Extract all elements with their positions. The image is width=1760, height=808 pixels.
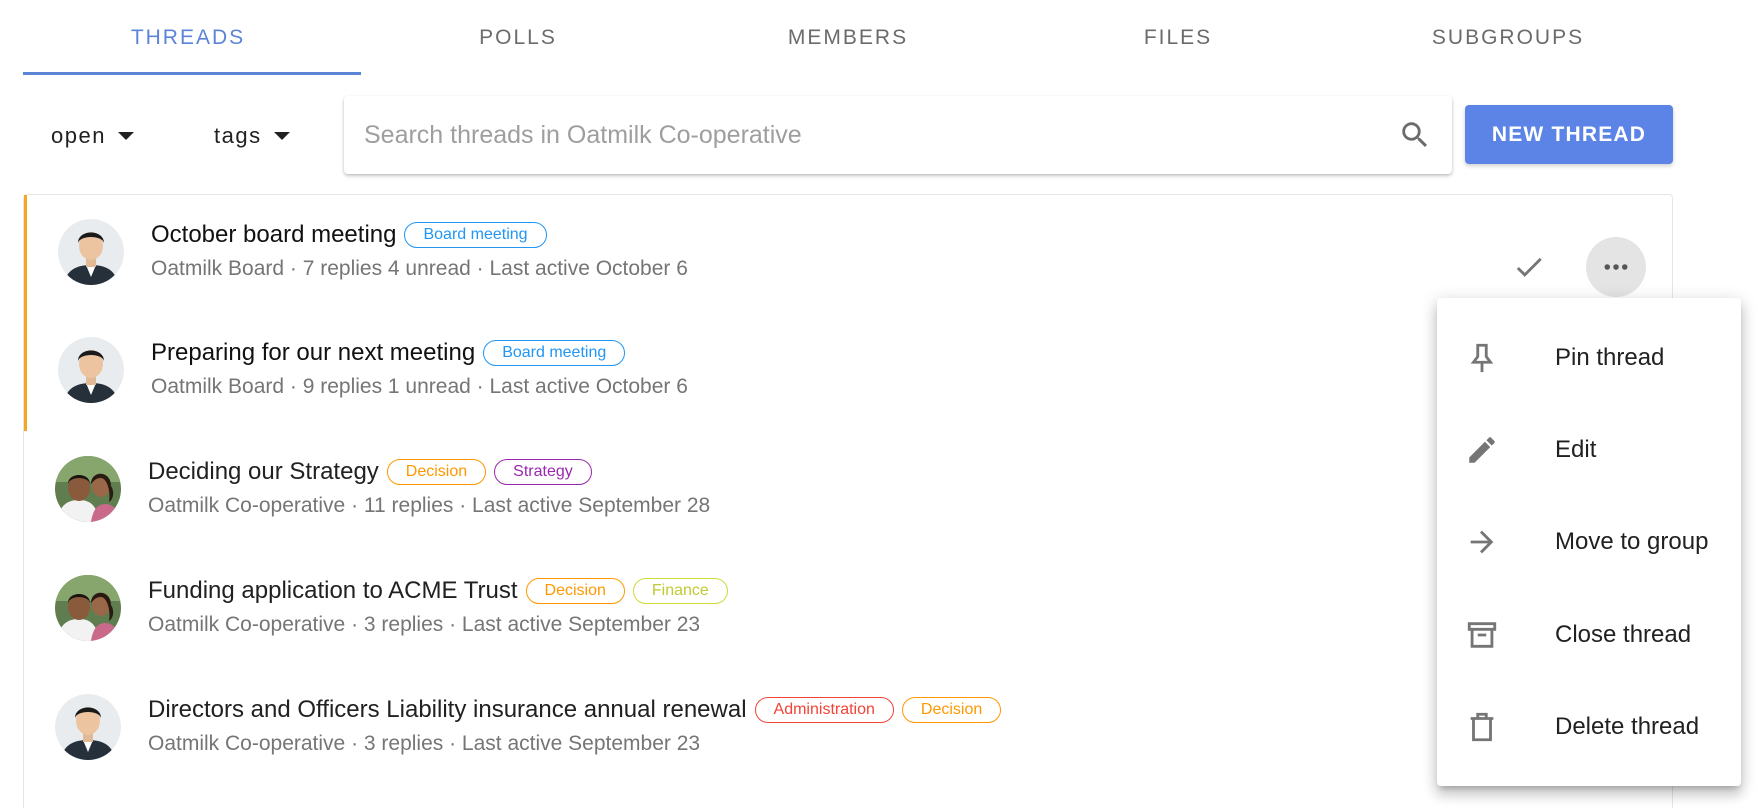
avatar	[58, 219, 124, 285]
thread-title-row: Directors and Officers Liability insuran…	[148, 692, 1002, 728]
menu-item-label: Pin thread	[1555, 344, 1665, 371]
thread-actions-menu: Pin thread Edit Move to group Close thre…	[1437, 298, 1741, 786]
tag-decision[interactable]: Decision	[525, 578, 625, 604]
arrow-right-icon	[1470, 530, 1494, 554]
pin-icon	[1470, 343, 1494, 373]
thread-list: October board meeting Board meeting Oatm…	[23, 194, 1673, 808]
thread-meta: Oatmilk Co-operative · 3 replies · Last …	[148, 732, 701, 755]
tags-filter-label: tags	[214, 123, 262, 148]
more-horizontal-icon	[1604, 264, 1628, 270]
tags-filter-dropdown[interactable]: tags	[214, 112, 290, 160]
thread-row[interactable]: Funding application to ACME Trust Decisi…	[24, 551, 1672, 669]
menu-item-edit[interactable]: Edit	[1437, 404, 1741, 496]
search-icon[interactable]	[1398, 118, 1432, 152]
tag-board-meeting[interactable]: Board meeting	[483, 340, 626, 366]
more-actions-button[interactable]	[1586, 237, 1646, 297]
tab-threads[interactable]: THREADS	[23, 0, 353, 76]
open-filter-dropdown[interactable]: open	[51, 112, 134, 160]
menu-item-close-thread[interactable]: Close thread	[1437, 589, 1741, 681]
thread-meta: Oatmilk Board · 7 replies 4 unread · Las…	[151, 257, 688, 280]
active-tab-indicator	[23, 72, 361, 75]
thread-title[interactable]: Deciding our Strategy	[148, 458, 379, 486]
open-filter-label: open	[51, 123, 106, 148]
tab-bar: THREADS POLLS MEMBERS FILES SUBGROUPS	[23, 0, 1673, 76]
thread-title-row: October board meeting Board meeting	[151, 217, 547, 253]
thread-title[interactable]: Preparing for our next meeting	[151, 339, 475, 367]
menu-item-delete-thread[interactable]: Delete thread	[1437, 681, 1741, 773]
tab-polls[interactable]: POLLS	[353, 0, 683, 76]
avatar	[58, 337, 124, 403]
menu-item-label: Move to group	[1555, 528, 1709, 555]
new-thread-button[interactable]: NEW THREAD	[1465, 105, 1673, 164]
thread-title-row: Deciding our Strategy Decision Strategy	[148, 454, 592, 490]
menu-item-label: Close thread	[1555, 621, 1692, 648]
family-avatar-icon	[55, 456, 121, 522]
thread-title-row: Funding application to ACME Trust Decisi…	[148, 573, 728, 609]
avatar	[55, 575, 121, 641]
thread-title-row: Preparing for our next meeting Board mee…	[151, 335, 626, 371]
tag-strategy[interactable]: Strategy	[494, 459, 592, 485]
tag-board-meeting[interactable]: Board meeting	[404, 222, 547, 248]
menu-item-label: Delete thread	[1555, 713, 1700, 740]
thread-row[interactable]: Deciding our Strategy Decision Strategy …	[24, 432, 1672, 550]
avatar	[55, 456, 121, 522]
thread-meta: Oatmilk Co-operative · 3 replies · Last …	[148, 613, 701, 636]
search-box	[344, 96, 1452, 174]
thread-meta: Oatmilk Board · 9 replies 1 unread · Las…	[151, 375, 688, 398]
menu-item-move-to-group[interactable]: Move to group	[1437, 496, 1741, 588]
tag-administration[interactable]: Administration	[754, 697, 894, 723]
check-icon[interactable]	[1512, 250, 1546, 284]
thread-title[interactable]: Funding application to ACME Trust	[148, 577, 518, 605]
avatar	[55, 694, 121, 760]
family-avatar-icon	[55, 575, 121, 641]
thread-title[interactable]: Directors and Officers Liability insuran…	[148, 696, 747, 724]
tag-decision[interactable]: Decision	[901, 697, 1002, 723]
thread-row[interactable]: October board meeting Board meeting Oatm…	[24, 195, 1672, 313]
person-avatar-icon	[58, 219, 124, 285]
caret-down-icon	[273, 132, 290, 140]
person-avatar-icon	[55, 694, 121, 760]
thread-row[interactable]: Preparing for our next meeting Board mee…	[24, 313, 1672, 431]
thread-meta: Oatmilk Co-operative · 11 replies · Last…	[148, 494, 711, 517]
archive-icon	[1467, 622, 1497, 648]
menu-item-label: Edit	[1555, 436, 1597, 463]
thread-title[interactable]: October board meeting	[151, 221, 396, 249]
menu-item-pin-thread[interactable]: Pin thread	[1437, 312, 1741, 404]
thread-row[interactable]: Directors and Officers Liability insuran…	[24, 670, 1672, 788]
trash-icon	[1470, 712, 1494, 742]
tab-members[interactable]: MEMBERS	[683, 0, 1013, 76]
tag-finance[interactable]: Finance	[632, 578, 728, 604]
tag-decision[interactable]: Decision	[386, 459, 487, 485]
caret-down-icon	[117, 132, 134, 140]
search-input[interactable]	[364, 120, 1398, 150]
tab-files[interactable]: FILES	[1013, 0, 1343, 76]
person-avatar-icon	[58, 337, 124, 403]
tab-subgroups[interactable]: SUBGROUPS	[1343, 0, 1673, 76]
pencil-icon	[1469, 437, 1495, 463]
